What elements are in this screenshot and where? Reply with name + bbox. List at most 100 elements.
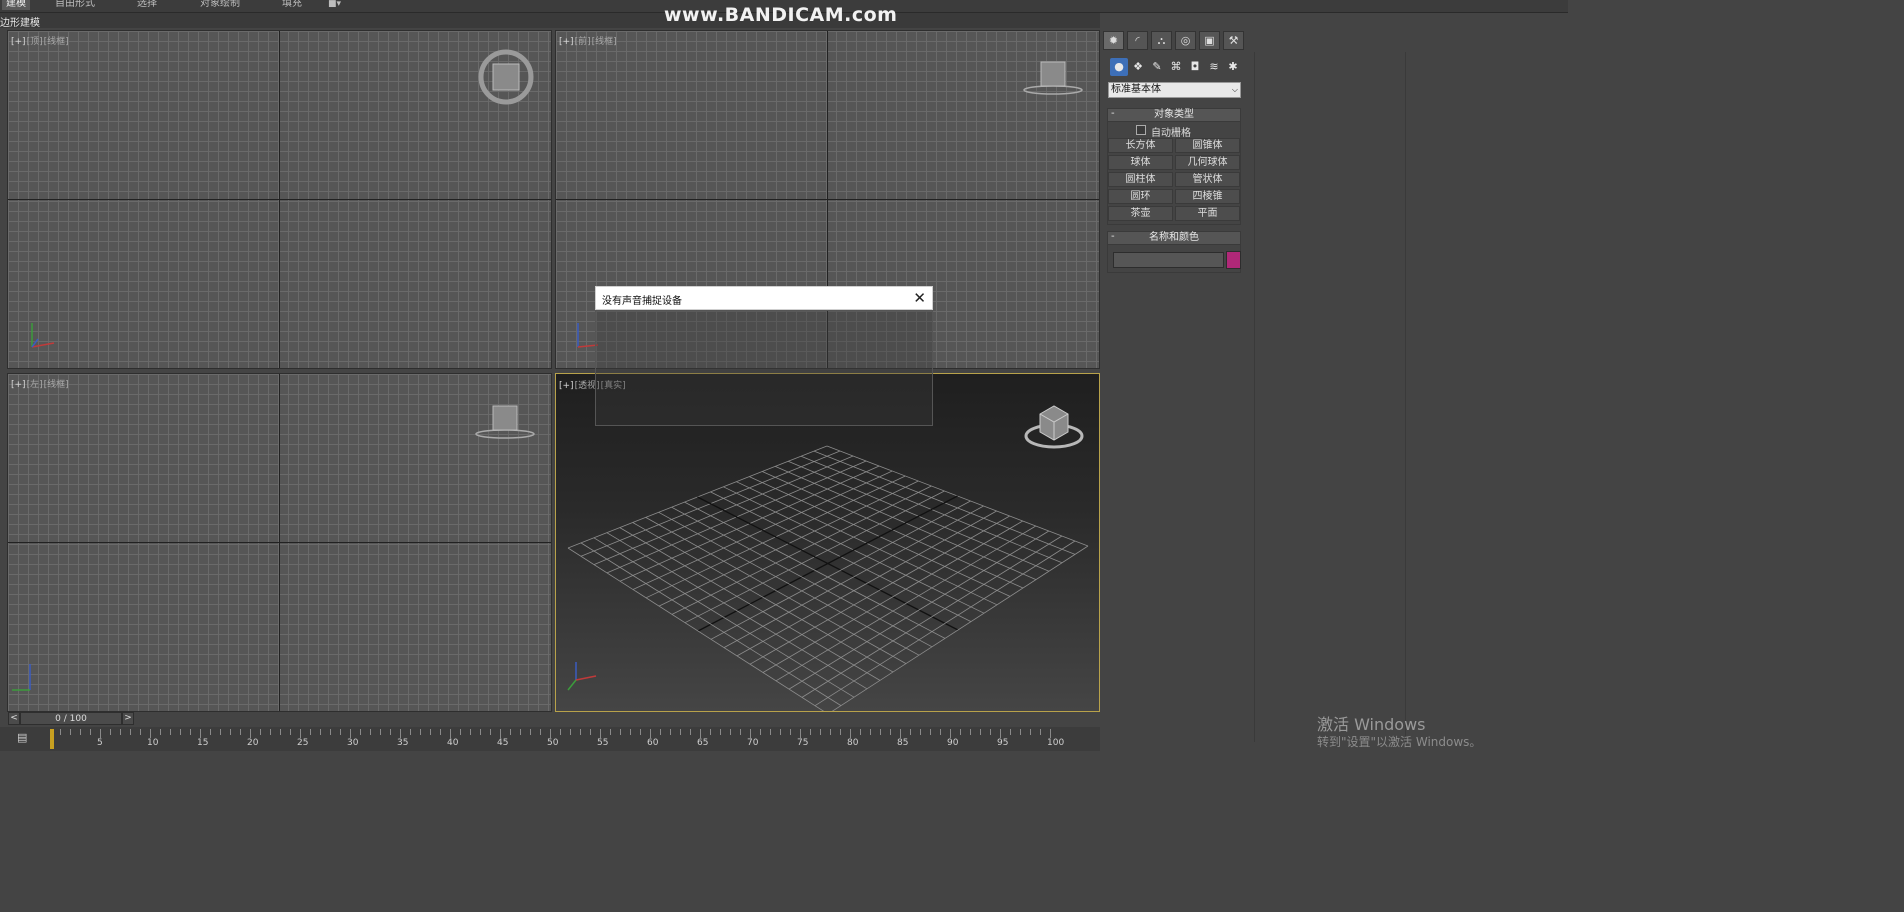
object-color-swatch[interactable] (1226, 251, 1241, 269)
cylinder-button[interactable]: 圆柱体 (1108, 172, 1173, 187)
sphere-button[interactable]: 球体 (1108, 155, 1173, 170)
display-icon[interactable]: ▣ (1199, 31, 1220, 50)
tab-populate[interactable]: 填充 (282, 0, 302, 10)
tab-selection[interactable]: 选择 (137, 0, 157, 10)
viewport-top[interactable]: [+][顶][线框] (7, 30, 552, 369)
frame-tick (600, 729, 601, 738)
box-button[interactable]: 长方体 (1108, 138, 1173, 153)
torus-button[interactable]: 圆环 (1108, 189, 1173, 204)
cone-button[interactable]: 圆锥体 (1175, 138, 1240, 153)
grid-line (606, 532, 868, 690)
frame-tick (630, 729, 631, 735)
viewport-label[interactable]: [+][顶][线框] (11, 34, 70, 47)
object-type-rollout: - 对象类型 自动栅格 长方体 圆锥体 球体 几何球体 圆柱体 管状体 圆环 四… (1107, 108, 1241, 225)
hierarchy-icon[interactable]: ⛬ (1151, 31, 1172, 50)
ribbon-options-icon[interactable]: ■▾ (328, 0, 341, 10)
close-icon[interactable]: ✕ (913, 288, 926, 308)
viewport-shading[interactable]: [线框] (44, 37, 69, 47)
dialog-title: 没有声音捕捉设备 (602, 296, 682, 307)
shapes-icon[interactable]: ❖ (1129, 58, 1147, 76)
autogrid-checkbox[interactable] (1136, 125, 1146, 135)
frame-number: 25 (297, 738, 309, 748)
geosphere-button[interactable]: 几何球体 (1175, 155, 1240, 170)
create-icon[interactable]: ✹ (1103, 31, 1124, 50)
prev-frame-button[interactable]: < (8, 712, 20, 725)
tab-object-paint[interactable]: 对象绘制 (200, 0, 240, 10)
viewport-name[interactable]: [顶] (27, 37, 43, 47)
collapse-icon[interactable]: - (1111, 108, 1115, 120)
frame-number: 10 (147, 738, 159, 748)
plane-button[interactable]: 平面 (1175, 206, 1240, 221)
frame-tick (610, 729, 611, 735)
curve-editor-icon[interactable]: ▤ (17, 731, 27, 744)
frame-tick (1000, 729, 1001, 738)
frame-number: 15 (197, 738, 209, 748)
viewport-name[interactable]: [前] (575, 37, 591, 47)
frame-tick (260, 729, 261, 735)
utilities-icon[interactable]: ⚒ (1223, 31, 1244, 50)
frame-tick (720, 729, 721, 735)
command-panel: ✹ ◜ ⛬ ◎ ▣ ⚒ ● ❖ ✎ ⌘ ◘ ≋ ✱ 标准基本体 ⌵ - 对象类型… (1103, 30, 1246, 742)
viewport-left[interactable]: [+][左][线框] (7, 373, 552, 712)
motion-icon[interactable]: ◎ (1175, 31, 1196, 50)
lights-icon[interactable]: ✎ (1148, 58, 1166, 76)
geometry-icon[interactable]: ● (1110, 58, 1128, 76)
modify-icon[interactable]: ◜ (1127, 31, 1148, 50)
polygon-modeling-label[interactable]: 边形建模 (0, 14, 40, 29)
frame-tick (490, 729, 491, 735)
frame-tick (480, 729, 481, 735)
systems-icon[interactable]: ✱ (1224, 58, 1242, 76)
frame-tick (670, 729, 671, 735)
cameras-icon[interactable]: ⌘ (1167, 58, 1185, 76)
viewport-menu-plus[interactable]: [+] (11, 380, 26, 390)
frame-tick (130, 729, 131, 735)
viewport-menu-plus[interactable]: [+] (11, 37, 26, 47)
pyramid-button[interactable]: 四棱锥 (1175, 189, 1240, 204)
viewcube-icon[interactable] (474, 404, 536, 442)
viewport-label[interactable]: [+][左][线框] (11, 377, 70, 390)
frame-tick (100, 729, 101, 738)
primitive-type-dropdown[interactable]: 标准基本体 ⌵ (1108, 82, 1241, 98)
viewcube-icon[interactable] (1022, 400, 1086, 452)
viewport-label[interactable]: [+][前][线框] (559, 34, 618, 47)
helpers-icon[interactable]: ◘ (1186, 58, 1204, 76)
frame-tick (300, 729, 301, 738)
viewport-shading[interactable]: [线框] (592, 37, 617, 47)
next-frame-button[interactable]: > (122, 712, 134, 725)
frame-tick (640, 729, 641, 735)
viewcube-icon[interactable] (477, 48, 535, 106)
tab-freeform[interactable]: 自由形式 (55, 0, 95, 10)
viewport-menu-plus[interactable]: [+] (559, 37, 574, 47)
tube-button[interactable]: 管状体 (1175, 172, 1240, 187)
frame-tick (400, 729, 401, 738)
frame-number: 90 (947, 738, 959, 748)
viewcube-icon[interactable] (1022, 59, 1084, 97)
viewport-name[interactable]: [左] (27, 380, 43, 390)
object-name-field[interactable] (1113, 252, 1224, 268)
frame-tick (880, 729, 881, 735)
teapot-button[interactable]: 茶壶 (1108, 206, 1173, 221)
no-audio-device-dialog: 没有声音捕捉设备 ✕ (595, 286, 933, 310)
frame-tick (590, 729, 591, 735)
frame-tick (200, 729, 201, 738)
viewport-shading[interactable]: [线框] (44, 380, 69, 390)
spacewarps-icon[interactable]: ≋ (1205, 58, 1223, 76)
frame-number: 45 (497, 738, 509, 748)
time-slider-bar: < 0 / 100 > (0, 712, 1100, 727)
tab-modeling[interactable]: 建模 (2, 0, 30, 10)
frame-ruler[interactable]: 5 10 15 20 25 30 35 40 45 50 55 60 65 70 75 80 85 90 95 100 (50, 727, 1064, 751)
rollout-header[interactable]: - 名称和颜色 (1108, 231, 1240, 245)
frame-tick (180, 729, 181, 735)
collapse-icon[interactable]: - (1111, 231, 1115, 243)
current-frame-marker[interactable] (50, 729, 54, 749)
time-slider[interactable]: 0 / 100 (20, 712, 122, 725)
frame-tick (330, 729, 331, 735)
frame-number: 70 (747, 738, 759, 748)
frame-tick (510, 729, 511, 735)
rollout-header[interactable]: - 对象类型 (1108, 108, 1240, 122)
frame-tick (840, 729, 841, 735)
frame-tick (120, 729, 121, 735)
frame-tick (540, 729, 541, 735)
frame-tick (620, 729, 621, 735)
frame-number: 100 (1047, 738, 1065, 748)
